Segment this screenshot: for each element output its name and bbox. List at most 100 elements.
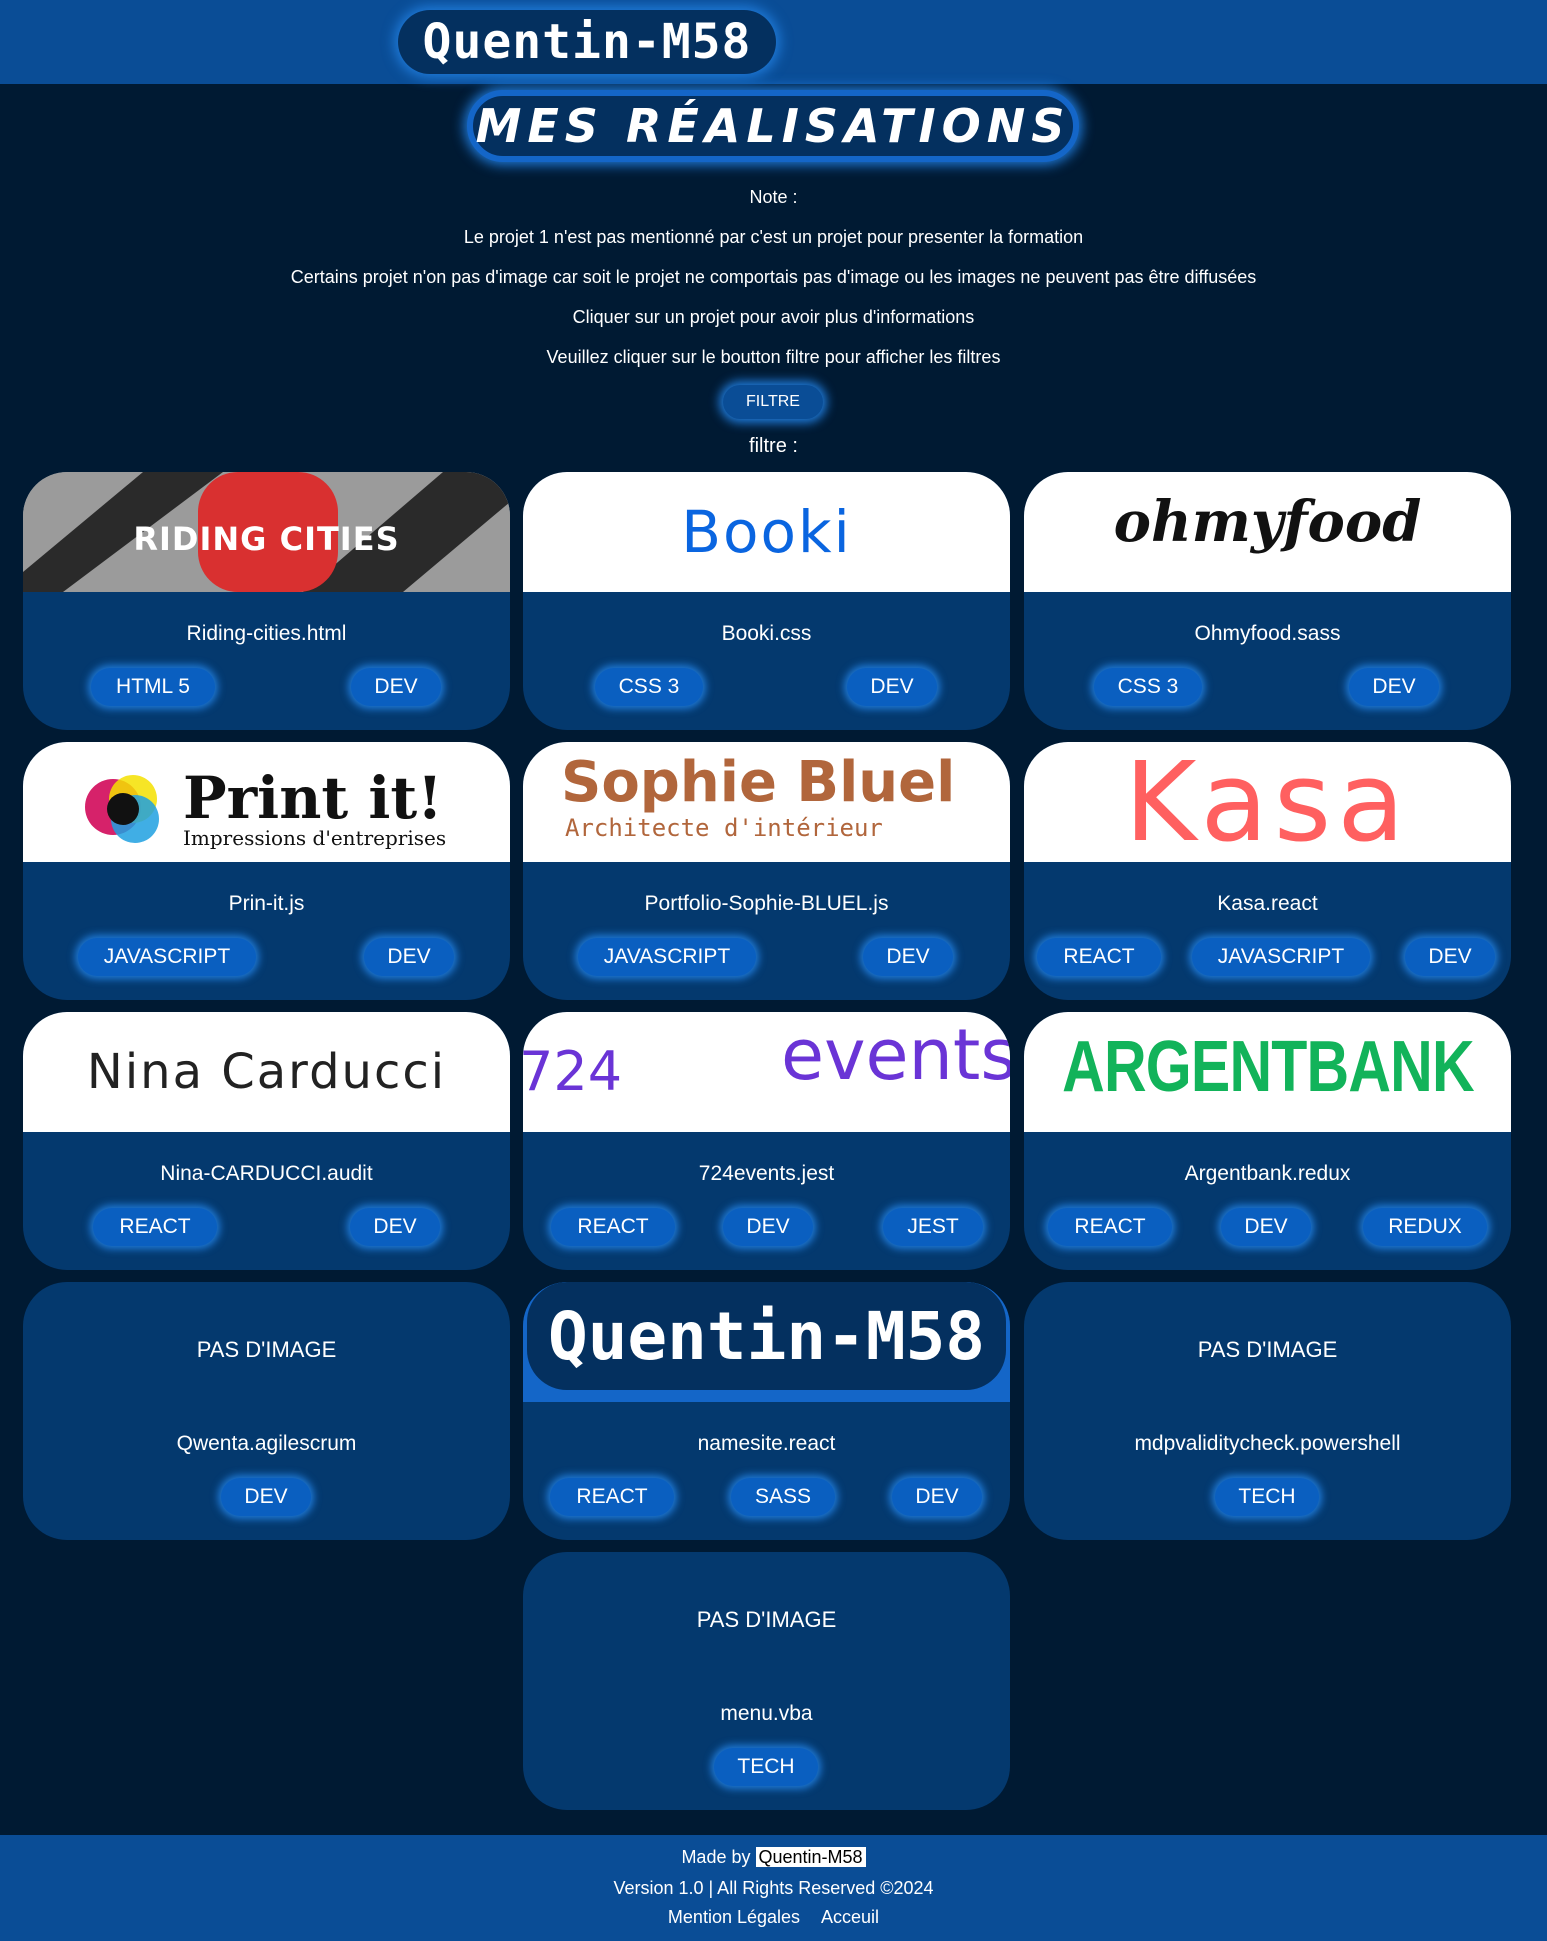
project-image: RIDING CITIES — [23, 472, 510, 592]
print-it-logo-icon — [85, 775, 159, 843]
site-logo[interactable]: Quentin-M58 — [398, 10, 776, 74]
project-title: namesite.react — [697, 1432, 836, 1455]
project-title: Qwenta.agilescrum — [176, 1432, 357, 1455]
note-line: Cliquer sur un projet pour avoir plus d'… — [572, 307, 975, 327]
image-caption: RIDING CITIES — [133, 520, 400, 558]
project-title: 724events.jest — [698, 1162, 835, 1185]
tag-badge[interactable]: JEST — [883, 1208, 983, 1246]
tag-list: TECH — [1024, 1478, 1511, 1518]
tag-badge[interactable]: DEV — [364, 938, 454, 976]
project-card-namesite[interactable]: Quentin-M58 namesite.react REACT SASS DE… — [523, 1282, 1010, 1540]
project-title: Riding-cities.html — [186, 622, 347, 645]
made-by-prefix: Made by — [681, 1847, 751, 1867]
image-caption: 724 — [523, 1040, 623, 1103]
project-card-724events[interactable]: 724 events 724events.jest REACT DEV JEST — [523, 1012, 1010, 1270]
project-image: ohmyfood — [1024, 472, 1511, 592]
tag-badge[interactable]: HTML 5 — [91, 668, 215, 706]
project-image: ARGENTBANK — [1024, 1012, 1511, 1132]
tag-badge[interactable]: DEV — [892, 1478, 982, 1516]
project-card-argentbank[interactable]: ARGENTBANK Argentbank.redux REACT DEV RE… — [1024, 1012, 1511, 1270]
project-card-booki[interactable]: Booki Booki.css CSS 3 DEV — [523, 472, 1010, 730]
tag-badge[interactable]: JAVASCRIPT — [78, 938, 256, 976]
tag-badge[interactable]: DEV — [221, 1478, 311, 1516]
note-line: Certains projet n'on pas d'image car soi… — [290, 267, 1257, 287]
project-image: Nina Carducci — [23, 1012, 510, 1132]
project-card-kasa[interactable]: Kasa Kasa.react REACT JAVASCRIPT DEV — [1024, 742, 1511, 1000]
no-image-label: PAS D'IMAGE — [196, 1337, 337, 1362]
tag-badge[interactable]: DEV — [863, 938, 953, 976]
tag-badge[interactable]: JAVASCRIPT — [578, 938, 756, 976]
tag-badge[interactable]: REACT — [1037, 938, 1161, 976]
image-caption: Nina Carducci — [86, 1044, 447, 1100]
tag-badge[interactable]: TECH — [1215, 1478, 1319, 1516]
tag-badge[interactable]: DEV — [1349, 668, 1439, 706]
project-title: mdpvaliditycheck.powershell — [1134, 1432, 1401, 1455]
tag-badge[interactable]: JAVASCRIPT — [1192, 938, 1370, 976]
project-title: Nina-CARDUCCI.audit — [160, 1162, 373, 1185]
project-image: 724 events — [523, 1012, 1010, 1132]
project-image: Print it! Impressions d'entreprises — [23, 742, 510, 862]
tag-list: REACT DEV REDUX — [1024, 1208, 1511, 1248]
project-card-print-it[interactable]: Print it! Impressions d'entreprises Prin… — [23, 742, 510, 1000]
tag-list: REACT JAVASCRIPT DEV — [1024, 938, 1511, 978]
project-card-ohmyfood[interactable]: ohmyfood Ohmyfood.sass CSS 3 DEV — [1024, 472, 1511, 730]
tag-badge[interactable]: DEV — [351, 668, 441, 706]
tag-list: DEV — [23, 1478, 510, 1518]
tag-list: REACT DEV — [23, 1208, 510, 1248]
project-title: Ohmyfood.sass — [1194, 622, 1341, 645]
tag-badge[interactable]: REACT — [93, 1208, 217, 1246]
tag-badge[interactable]: REACT — [550, 1478, 674, 1516]
tag-badge[interactable]: DEV — [847, 668, 937, 706]
footer: Made by Quentin-M58 Version 1.0 | All Ri… — [0, 1835, 1547, 1941]
filter-button[interactable]: FILTRE — [723, 385, 823, 419]
project-image: Quentin-M58 — [523, 1282, 1010, 1402]
project-title: Kasa.react — [1217, 892, 1318, 915]
version-text: Version 1.0 | All Rights Reserved ©2024 — [613, 1878, 934, 1898]
tag-list: CSS 3 DEV — [1024, 668, 1511, 708]
image-caption: Sophie Bluel — [561, 750, 956, 815]
image-caption: Print it! — [183, 764, 443, 832]
project-image: Kasa — [1024, 742, 1511, 862]
image-caption: Kasa — [1124, 742, 1411, 862]
project-title: Booki.css — [721, 622, 812, 645]
tag-badge[interactable]: REACT — [551, 1208, 675, 1246]
tag-list: HTML 5 DEV — [23, 668, 510, 708]
image-subcaption: events — [781, 1014, 1010, 1096]
note-heading: Note : — [749, 187, 798, 207]
filter-label: filtre : — [749, 435, 798, 457]
legal-mentions-link[interactable]: Mention Légales — [668, 1907, 800, 1927]
tag-list: REACT SASS DEV — [523, 1478, 1010, 1518]
home-link[interactable]: Acceuil — [821, 1907, 879, 1927]
tag-badge[interactable]: SASS — [731, 1478, 835, 1516]
image-caption: Booki — [681, 498, 852, 566]
tag-badge[interactable]: DEV — [1405, 938, 1495, 976]
image-subcaption: Impressions d'entreprises — [183, 826, 447, 850]
tag-badge[interactable]: TECH — [714, 1748, 818, 1786]
project-image: Booki — [523, 472, 1010, 592]
image-caption: ARGENTBANK — [1061, 1027, 1474, 1107]
tag-badge[interactable]: DEV — [350, 1208, 440, 1246]
tag-badge[interactable]: REACT — [1048, 1208, 1172, 1246]
project-card-qwenta[interactable]: PAS D'IMAGE Qwenta.agilescrum DEV — [23, 1282, 510, 1540]
tag-badge[interactable]: DEV — [723, 1208, 813, 1246]
project-title: Portfolio-Sophie-BLUEL.js — [644, 892, 889, 915]
tag-badge[interactable]: CSS 3 — [595, 668, 703, 706]
no-image-label: PAS D'IMAGE — [696, 1607, 837, 1632]
tag-badge[interactable]: CSS 3 — [1094, 668, 1202, 706]
project-card-riding-cities[interactable]: RIDING CITIES Riding-cities.html HTML 5 … — [23, 472, 510, 730]
tag-badge[interactable]: DEV — [1221, 1208, 1311, 1246]
image-caption: ohmyfood — [1113, 489, 1422, 555]
no-image-label: PAS D'IMAGE — [1197, 1337, 1338, 1362]
project-card-menu-vba[interactable]: PAS D'IMAGE menu.vba TECH — [523, 1552, 1010, 1810]
tag-list: TECH — [523, 1748, 1010, 1788]
project-card-sophie-bluel[interactable]: Sophie Bluel Architecte d'intérieur Port… — [523, 742, 1010, 1000]
notes-section: Note : Le projet 1 n'est pas mentionné p… — [0, 186, 1547, 386]
project-card-mdpvaliditycheck[interactable]: PAS D'IMAGE mdpvaliditycheck.powershell … — [1024, 1282, 1511, 1540]
tag-badge[interactable]: REDUX — [1363, 1208, 1487, 1246]
tag-list: JAVASCRIPT DEV — [23, 938, 510, 978]
project-title: Prin-it.js — [228, 892, 305, 915]
made-by-name: Quentin-M58 — [755, 1847, 866, 1867]
tag-list: JAVASCRIPT DEV — [523, 938, 1010, 978]
project-card-nina-carducci[interactable]: Nina Carducci Nina-CARDUCCI.audit REACT … — [23, 1012, 510, 1270]
tag-list: CSS 3 DEV — [523, 668, 1010, 708]
